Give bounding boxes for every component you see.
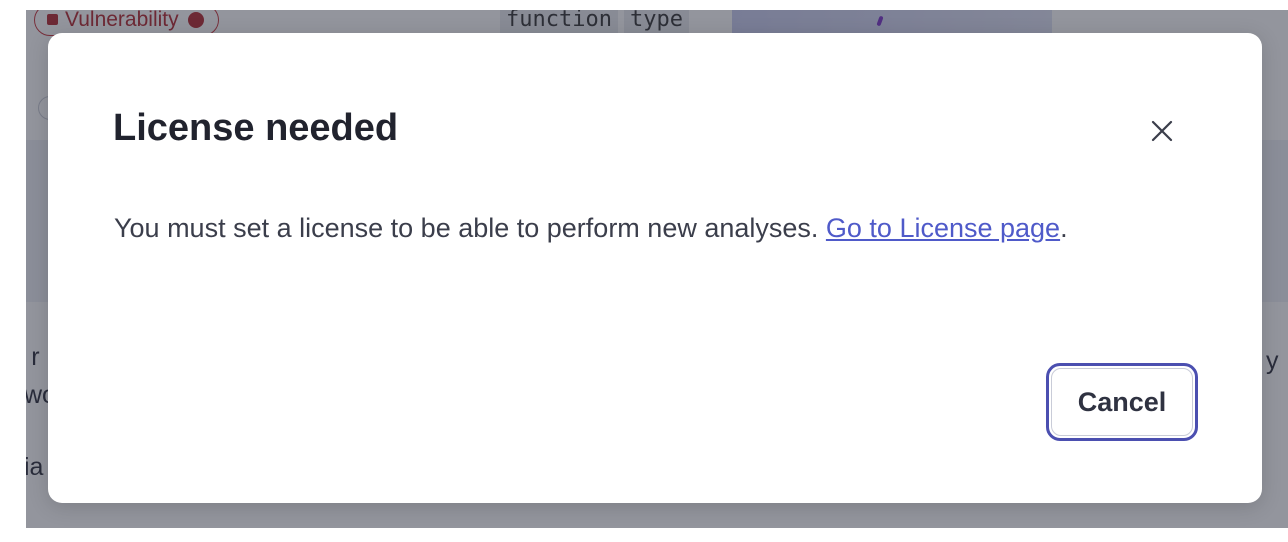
close-icon: [1151, 120, 1173, 142]
page: Vulnerability function type › r wo ia y …: [0, 0, 1288, 542]
dialog-title: License needed: [113, 107, 399, 149]
dialog-message-text: You must set a license to be able to per…: [114, 213, 826, 243]
close-button[interactable]: [1144, 113, 1180, 149]
license-dialog: License needed You must set a license to…: [48, 33, 1262, 503]
dialog-message-suffix: .: [1060, 213, 1068, 243]
license-page-link[interactable]: Go to License page: [826, 213, 1060, 243]
dialog-message: You must set a license to be able to per…: [114, 213, 1068, 244]
cancel-button-label: Cancel: [1051, 368, 1193, 436]
cancel-button[interactable]: Cancel: [1046, 363, 1198, 441]
